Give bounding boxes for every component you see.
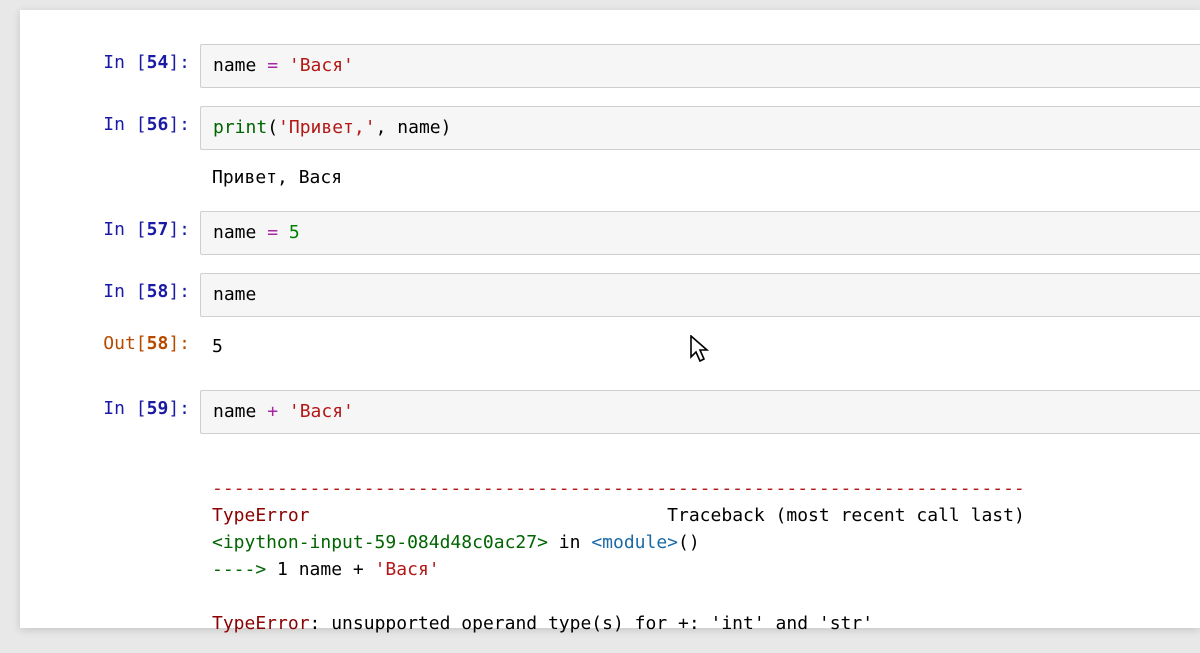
cell-out-58: Out[58]: 5: [20, 321, 1200, 376]
code-input-58[interactable]: name: [200, 273, 1200, 317]
cell-stdout-56: Привет, Вася: [20, 154, 1200, 207]
code-input-59[interactable]: name + 'Вася': [200, 390, 1200, 434]
prompt-in-58: In [58]:: [20, 273, 200, 310]
cell-in-58: In [58]: name: [20, 269, 1200, 321]
prompt-empty: [20, 442, 200, 458]
out-value-58: 5: [200, 325, 1200, 372]
prompt-in-54: In [54]:: [20, 44, 200, 81]
stdout-56: Привет, Вася: [200, 158, 1200, 203]
cell-in-56: In [56]: print('Привет,', name): [20, 102, 1200, 154]
traceback-59: ----------------------------------------…: [200, 442, 1200, 649]
prompt-in-label: In: [103, 52, 136, 73]
prompt-in-59: In [59]:: [20, 390, 200, 427]
code-input-56[interactable]: print('Привет,', name): [200, 106, 1200, 150]
cell-traceback-59: ----------------------------------------…: [20, 438, 1200, 653]
prompt-empty: [20, 158, 200, 174]
prompt-in-56: In [56]:: [20, 106, 200, 143]
cell-in-57: In [57]: name = 5: [20, 207, 1200, 259]
cell-in-54: In [54]: name = 'Вася': [20, 40, 1200, 92]
cell-in-59: In [59]: name + 'Вася': [20, 386, 1200, 438]
code-input-57[interactable]: name = 5: [200, 211, 1200, 255]
notebook-sheet: In [54]: name = 'Вася' In [56]: print('П…: [20, 10, 1200, 628]
prompt-in-57: In [57]:: [20, 211, 200, 248]
prompt-out-58: Out[58]:: [20, 325, 200, 362]
code-input-54[interactable]: name = 'Вася': [200, 44, 1200, 88]
